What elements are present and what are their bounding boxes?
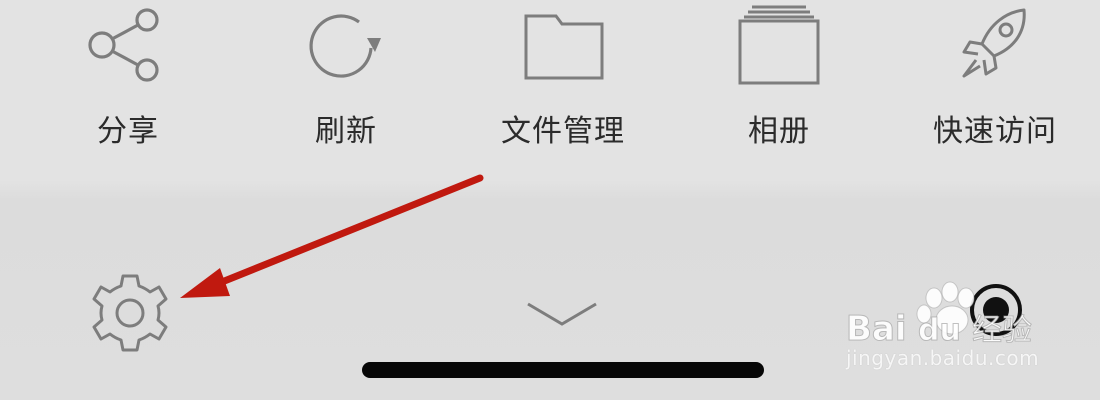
- menu-item-album[interactable]: 相册: [689, 0, 869, 170]
- svg-text:du: du: [918, 313, 961, 348]
- menu-item-label: 刷新: [315, 114, 377, 149]
- menu-item-label: 相册: [748, 114, 810, 149]
- settings-button[interactable]: [84, 270, 176, 360]
- album-icon: [734, 4, 824, 86]
- chevron-down-icon: [527, 302, 597, 326]
- menu-item-quick-access[interactable]: 快速访问: [905, 0, 1085, 170]
- screen-record-button[interactable]: [966, 280, 1026, 340]
- menu-item-file-manager[interactable]: 文件管理: [473, 0, 653, 170]
- menu-item-refresh[interactable]: 刷新: [256, 0, 436, 170]
- collapse-button[interactable]: [520, 296, 604, 332]
- rocket-icon: [950, 4, 1040, 86]
- share-icon: [83, 4, 173, 86]
- record-icon: [970, 284, 1022, 336]
- menu-item-label: 分享: [97, 114, 159, 149]
- home-indicator[interactable]: [362, 362, 764, 378]
- menu-item-share[interactable]: 分享: [38, 0, 218, 170]
- folder-icon: [518, 4, 608, 86]
- quick-menu-panel: 分享 刷新 文件管理 相册 快速访问 Bai du 经验 jingyan.bai…: [0, 0, 1100, 400]
- menu-item-label: 文件管理: [501, 114, 625, 149]
- svg-text:Bai: Bai: [846, 309, 907, 349]
- refresh-icon: [301, 4, 391, 86]
- menu-item-label: 快速访问: [933, 114, 1057, 149]
- gear-icon: [92, 274, 168, 352]
- watermark-url: jingyan.baidu.com: [846, 346, 1040, 370]
